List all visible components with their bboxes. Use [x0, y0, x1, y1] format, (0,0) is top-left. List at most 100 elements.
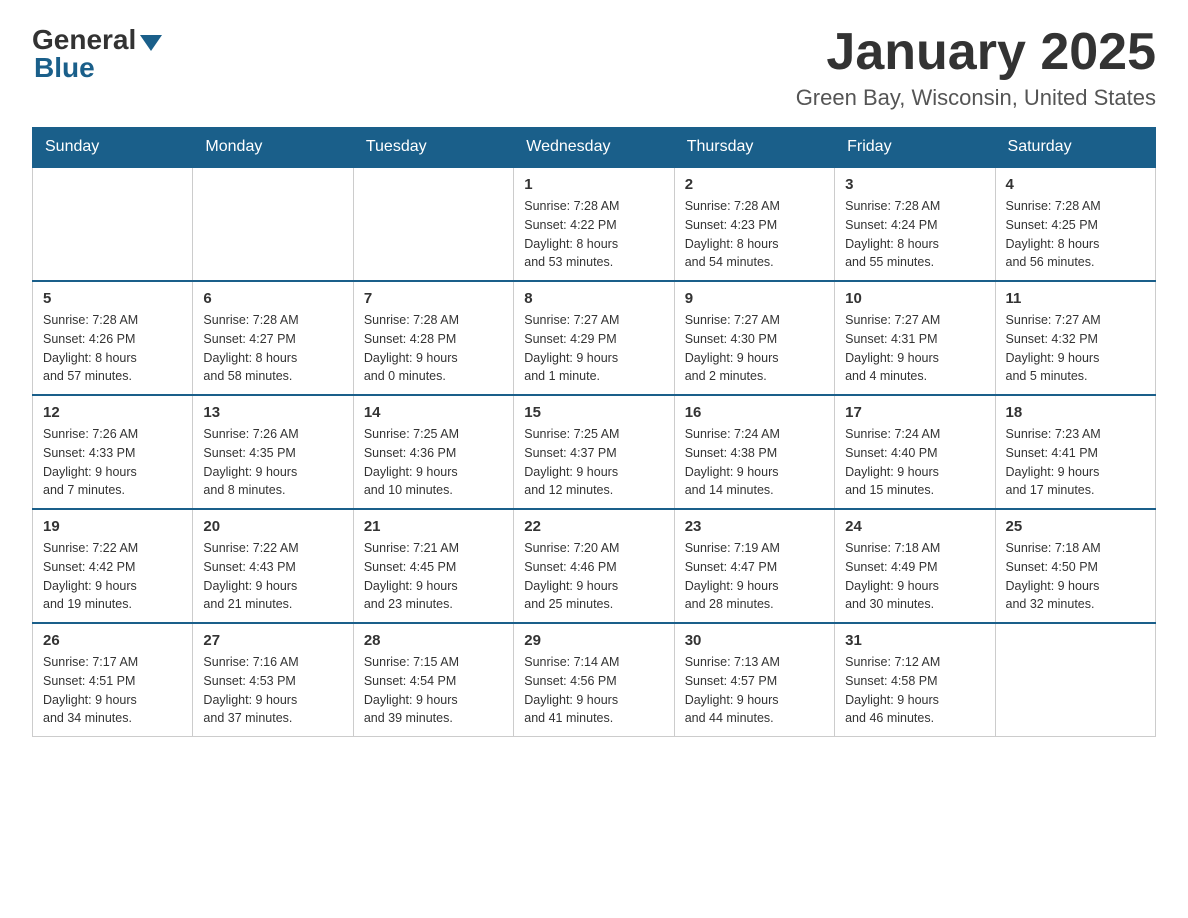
day-info: Sunrise: 7:19 AM Sunset: 4:47 PM Dayligh…: [685, 539, 824, 614]
day-number: 13: [203, 404, 342, 421]
day-number: 20: [203, 518, 342, 535]
calendar-cell: 28 Sunrise: 7:15 AM Sunset: 4:54 PM Dayli…: [353, 623, 513, 737]
day-info: Sunrise: 7:25 AM Sunset: 4:37 PM Dayligh…: [524, 425, 663, 500]
day-info: Sunrise: 7:23 AM Sunset: 4:41 PM Dayligh…: [1006, 425, 1145, 500]
calendar-title: January 2025: [796, 24, 1156, 81]
day-of-week-header: Thursday: [674, 128, 834, 168]
calendar-cell: 30Sunrise: 7:13 AM Sunset: 4:57 PM Dayli…: [674, 623, 834, 737]
calendar-cell: 24 Sunrise: 7:18 AM Sunset: 4:49 PM Dayli…: [835, 509, 995, 623]
calendar-cell: 26 Sunrise: 7:17 AM Sunset: 4:51 PM Dayli…: [33, 623, 193, 737]
day-info: Sunrise: 7:15 AM Sunset: 4:54 PM Dayligh…: [364, 653, 503, 728]
day-number: 6: [203, 290, 342, 307]
day-number: 29: [524, 632, 663, 649]
calendar-cell: 13 Sunrise: 7:26 AM Sunset: 4:35 PM Dayli…: [193, 395, 353, 509]
calendar-cell: [193, 167, 353, 281]
day-number: 12: [43, 404, 182, 421]
day-of-week-header: Saturday: [995, 128, 1155, 168]
day-number: 22: [524, 518, 663, 535]
calendar-subtitle: Green Bay, Wisconsin, United States: [796, 85, 1156, 111]
calendar-cell: [33, 167, 193, 281]
day-of-week-header: Friday: [835, 128, 995, 168]
day-info: Sunrise: 7:18 AM Sunset: 4:49 PM Dayligh…: [845, 539, 984, 614]
day-number: 9: [685, 290, 824, 307]
day-info: Sunrise: 7:16 AM Sunset: 4:53 PM Dayligh…: [203, 653, 342, 728]
day-info: Sunrise: 7:24 AM Sunset: 4:40 PM Dayligh…: [845, 425, 984, 500]
day-info: Sunrise: 7:28 AM Sunset: 4:22 PM Dayligh…: [524, 197, 663, 272]
day-number: 23: [685, 518, 824, 535]
calendar-cell: [353, 167, 513, 281]
calendar-cell: 8Sunrise: 7:27 AM Sunset: 4:29 PM Daylig…: [514, 281, 674, 395]
calendar-cell: 23 Sunrise: 7:19 AM Sunset: 4:47 PM Dayli…: [674, 509, 834, 623]
day-info: Sunrise: 7:17 AM Sunset: 4:51 PM Dayligh…: [43, 653, 182, 728]
logo-blue-text: Blue: [34, 52, 95, 84]
calendar-cell: 4Sunrise: 7:28 AM Sunset: 4:25 PM Daylig…: [995, 167, 1155, 281]
day-info: Sunrise: 7:28 AM Sunset: 4:23 PM Dayligh…: [685, 197, 824, 272]
day-number: 1: [524, 176, 663, 193]
day-number: 8: [524, 290, 663, 307]
calendar-week-row: 26 Sunrise: 7:17 AM Sunset: 4:51 PM Dayli…: [33, 623, 1156, 737]
page-header: General Blue January 2025 Green Bay, Wis…: [32, 24, 1156, 111]
day-number: 3: [845, 176, 984, 193]
day-number: 17: [845, 404, 984, 421]
day-info: Sunrise: 7:26 AM Sunset: 4:33 PM Dayligh…: [43, 425, 182, 500]
calendar-cell: 7 Sunrise: 7:28 AM Sunset: 4:28 PM Daylig…: [353, 281, 513, 395]
calendar-cell: 16Sunrise: 7:24 AM Sunset: 4:38 PM Dayli…: [674, 395, 834, 509]
calendar-cell: 27 Sunrise: 7:16 AM Sunset: 4:53 PM Dayli…: [193, 623, 353, 737]
day-number: 28: [364, 632, 503, 649]
day-number: 16: [685, 404, 824, 421]
calendar-week-row: 5 Sunrise: 7:28 AM Sunset: 4:26 PM Daylig…: [33, 281, 1156, 395]
calendar-cell: 31Sunrise: 7:12 AM Sunset: 4:58 PM Dayli…: [835, 623, 995, 737]
day-info: Sunrise: 7:28 AM Sunset: 4:25 PM Dayligh…: [1006, 197, 1145, 272]
day-info: Sunrise: 7:25 AM Sunset: 4:36 PM Dayligh…: [364, 425, 503, 500]
calendar-cell: 5 Sunrise: 7:28 AM Sunset: 4:26 PM Daylig…: [33, 281, 193, 395]
day-info: Sunrise: 7:18 AM Sunset: 4:50 PM Dayligh…: [1006, 539, 1145, 614]
calendar-cell: 10 Sunrise: 7:27 AM Sunset: 4:31 PM Dayli…: [835, 281, 995, 395]
calendar-cell: 9 Sunrise: 7:27 AM Sunset: 4:30 PM Daylig…: [674, 281, 834, 395]
calendar-cell: 11Sunrise: 7:27 AM Sunset: 4:32 PM Dayli…: [995, 281, 1155, 395]
calendar-cell: 1 Sunrise: 7:28 AM Sunset: 4:22 PM Daylig…: [514, 167, 674, 281]
calendar-cell: 2 Sunrise: 7:28 AM Sunset: 4:23 PM Daylig…: [674, 167, 834, 281]
calendar-cell: 29Sunrise: 7:14 AM Sunset: 4:56 PM Dayli…: [514, 623, 674, 737]
calendar-cell: 17 Sunrise: 7:24 AM Sunset: 4:40 PM Dayli…: [835, 395, 995, 509]
calendar-header-row: SundayMondayTuesdayWednesdayThursdayFrid…: [33, 128, 1156, 168]
day-of-week-header: Wednesday: [514, 128, 674, 168]
day-of-week-header: Tuesday: [353, 128, 513, 168]
day-info: Sunrise: 7:28 AM Sunset: 4:27 PM Dayligh…: [203, 311, 342, 386]
calendar-cell: 21 Sunrise: 7:21 AM Sunset: 4:45 PM Dayli…: [353, 509, 513, 623]
day-info: Sunrise: 7:28 AM Sunset: 4:28 PM Dayligh…: [364, 311, 503, 386]
day-info: Sunrise: 7:28 AM Sunset: 4:24 PM Dayligh…: [845, 197, 984, 272]
calendar-cell: 18Sunrise: 7:23 AM Sunset: 4:41 PM Dayli…: [995, 395, 1155, 509]
day-info: Sunrise: 7:27 AM Sunset: 4:30 PM Dayligh…: [685, 311, 824, 386]
day-number: 27: [203, 632, 342, 649]
day-info: Sunrise: 7:27 AM Sunset: 4:31 PM Dayligh…: [845, 311, 984, 386]
day-number: 24: [845, 518, 984, 535]
day-number: 5: [43, 290, 182, 307]
calendar-cell: 25 Sunrise: 7:18 AM Sunset: 4:50 PM Dayli…: [995, 509, 1155, 623]
calendar-table: SundayMondayTuesdayWednesdayThursdayFrid…: [32, 127, 1156, 737]
calendar-cell: 3 Sunrise: 7:28 AM Sunset: 4:24 PM Daylig…: [835, 167, 995, 281]
day-number: 10: [845, 290, 984, 307]
title-section: January 2025 Green Bay, Wisconsin, Unite…: [796, 24, 1156, 111]
logo: General Blue: [32, 24, 162, 84]
calendar-week-row: 1 Sunrise: 7:28 AM Sunset: 4:22 PM Daylig…: [33, 167, 1156, 281]
calendar-cell: 20Sunrise: 7:22 AM Sunset: 4:43 PM Dayli…: [193, 509, 353, 623]
day-info: Sunrise: 7:13 AM Sunset: 4:57 PM Dayligh…: [685, 653, 824, 728]
day-number: 25: [1006, 518, 1145, 535]
calendar-week-row: 12 Sunrise: 7:26 AM Sunset: 4:33 PM Dayli…: [33, 395, 1156, 509]
day-info: Sunrise: 7:12 AM Sunset: 4:58 PM Dayligh…: [845, 653, 984, 728]
calendar-cell: 12 Sunrise: 7:26 AM Sunset: 4:33 PM Dayli…: [33, 395, 193, 509]
day-info: Sunrise: 7:26 AM Sunset: 4:35 PM Dayligh…: [203, 425, 342, 500]
day-of-week-header: Monday: [193, 128, 353, 168]
day-info: Sunrise: 7:28 AM Sunset: 4:26 PM Dayligh…: [43, 311, 182, 386]
calendar-cell: 14Sunrise: 7:25 AM Sunset: 4:36 PM Dayli…: [353, 395, 513, 509]
day-number: 7: [364, 290, 503, 307]
day-info: Sunrise: 7:21 AM Sunset: 4:45 PM Dayligh…: [364, 539, 503, 614]
day-of-week-header: Sunday: [33, 128, 193, 168]
calendar-week-row: 19Sunrise: 7:22 AM Sunset: 4:42 PM Dayli…: [33, 509, 1156, 623]
day-info: Sunrise: 7:22 AM Sunset: 4:42 PM Dayligh…: [43, 539, 182, 614]
day-number: 26: [43, 632, 182, 649]
day-number: 2: [685, 176, 824, 193]
calendar-cell: 6 Sunrise: 7:28 AM Sunset: 4:27 PM Daylig…: [193, 281, 353, 395]
day-info: Sunrise: 7:27 AM Sunset: 4:32 PM Dayligh…: [1006, 311, 1145, 386]
day-number: 21: [364, 518, 503, 535]
